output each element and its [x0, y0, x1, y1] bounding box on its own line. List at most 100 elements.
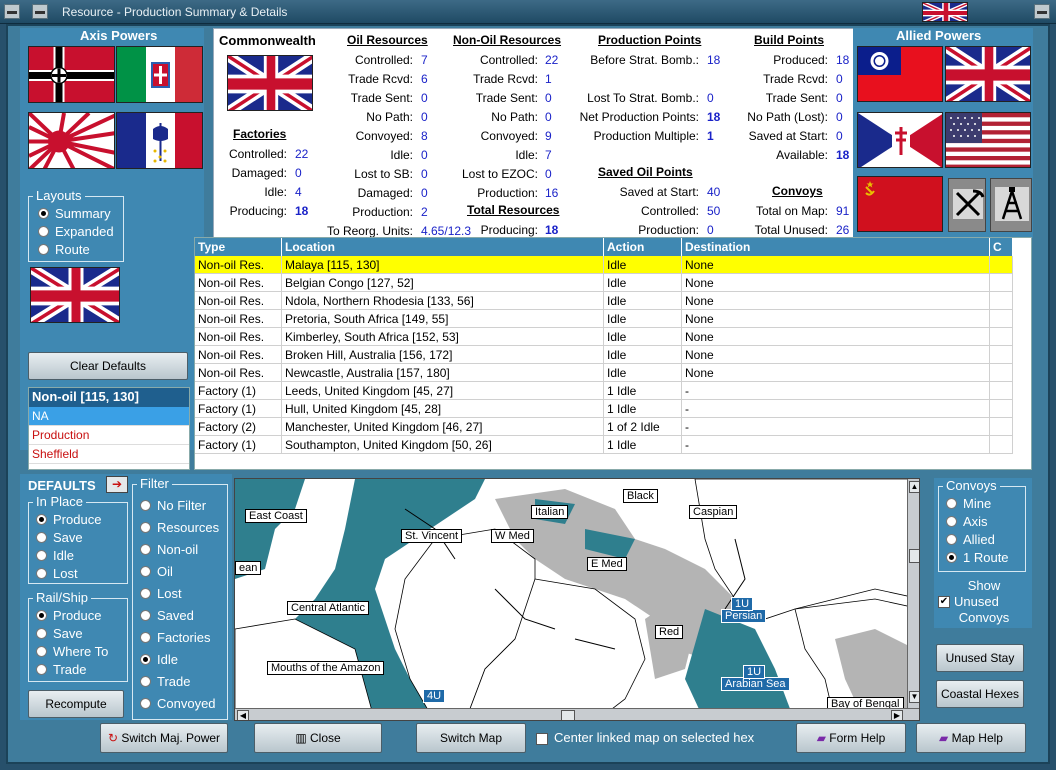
- clear-defaults-button[interactable]: Clear Defaults: [28, 352, 188, 380]
- column-header-destination[interactable]: Destination: [682, 238, 990, 256]
- filter-option-factories[interactable]: Factories: [140, 630, 210, 645]
- flag-free-france[interactable]: [857, 112, 943, 168]
- filter-option-oil[interactable]: Oil: [140, 564, 173, 579]
- flag-germany[interactable]: [28, 46, 115, 103]
- switch-major-power-button[interactable]: ↻ Switch Maj. Power: [100, 723, 228, 753]
- map-label-st-vincent[interactable]: St. Vincent: [401, 529, 462, 543]
- center-linked-map-checkbox[interactable]: [536, 733, 548, 745]
- map-marker-persian[interactable]: Persian: [721, 609, 767, 623]
- table-cell-c: [990, 382, 1013, 400]
- table-row[interactable]: Non-oil Res. Broken Hill, Australia [156,…: [195, 346, 1013, 364]
- factories-row-label: Producing:: [229, 204, 287, 218]
- close-window-button[interactable]: ▬: [1034, 4, 1050, 19]
- table-row[interactable]: Factory (1) Southampton, United Kingdom […: [195, 436, 1013, 454]
- flag-uk[interactable]: [945, 46, 1031, 102]
- table-row[interactable]: Non-oil Res. Malaya [115, 130] Idle None: [195, 256, 1013, 274]
- coastal-hexes-button[interactable]: Coastal Hexes: [936, 680, 1024, 708]
- map-marker-1u[interactable]: 1U: [731, 597, 754, 611]
- map-help-button[interactable]: ▰ Map Help: [916, 723, 1026, 753]
- scroll-right-arrow[interactable]: ▶: [891, 710, 903, 720]
- in-place-option-lost[interactable]: Lost: [36, 566, 78, 581]
- column-header-c[interactable]: C: [990, 238, 1013, 256]
- scroll-down-arrow[interactable]: ▼: [909, 691, 919, 703]
- layout-option-summary[interactable]: Summary: [38, 206, 111, 221]
- map-marker-4u[interactable]: 4U: [423, 689, 446, 703]
- flag-italy[interactable]: [116, 46, 203, 103]
- table-cell-c: [990, 418, 1013, 436]
- table-row[interactable]: Factory (1) Hull, United Kingdom [45, 28]…: [195, 400, 1013, 418]
- convoys-option-axis[interactable]: Axis: [946, 514, 988, 529]
- table-row[interactable]: Factory (2) Manchester, United Kingdom [4…: [195, 418, 1013, 436]
- rail-ship-option-trade[interactable]: Trade: [36, 662, 86, 677]
- filter-option-no-filter[interactable]: No Filter: [140, 498, 206, 513]
- in-place-option-idle[interactable]: Idle: [36, 548, 74, 563]
- table-row[interactable]: Non-oil Res. Kimberley, South Africa [152…: [195, 328, 1013, 346]
- vertical-scroll-thumb[interactable]: [909, 549, 919, 563]
- rail-ship-option-produce[interactable]: Produce: [36, 608, 101, 623]
- recompute-button[interactable]: Recompute: [28, 690, 124, 718]
- map-label-black[interactable]: Black: [623, 489, 658, 503]
- filter-option-trade[interactable]: Trade: [140, 674, 190, 689]
- convoys-option-allied[interactable]: Allied: [946, 532, 995, 547]
- oil-derrick-icon[interactable]: [990, 178, 1032, 232]
- table-row[interactable]: Non-oil Res. Belgian Congo [127, 52] Idle N…: [195, 274, 1013, 292]
- column-header-type[interactable]: Type: [195, 238, 282, 256]
- table-row[interactable]: Non-oil Res. Ndola, Northern Rhodesia [13…: [195, 292, 1013, 310]
- flag-vichy-france[interactable]: [116, 112, 203, 169]
- map-label-e-med[interactable]: E Med: [587, 557, 627, 571]
- map-marker-arabian-sea[interactable]: Arabian Sea: [721, 677, 790, 691]
- map-label-red[interactable]: Red: [655, 625, 684, 639]
- close-button[interactable]: ▥ Close: [254, 723, 382, 753]
- in-place-option-produce[interactable]: Produce: [36, 512, 101, 527]
- scroll-left-arrow[interactable]: ◀: [237, 710, 249, 720]
- filter-option-lost[interactable]: Lost: [140, 586, 182, 601]
- map-horizontal-scrollbar[interactable]: ◀ ▶: [235, 708, 919, 720]
- rail-ship-option-save[interactable]: Save: [36, 626, 83, 641]
- world-map[interactable]: East Coast Italian Black Caspian St. Vincent…: [234, 478, 920, 721]
- filter-option-idle[interactable]: Idle: [140, 652, 178, 667]
- map-label-central-atlantic[interactable]: Central Atlantic: [287, 601, 369, 615]
- map-marker-1u[interactable]: 1U: [743, 665, 766, 679]
- map-label-east-coast[interactable]: East Coast: [245, 509, 307, 523]
- mining-icon[interactable]: [948, 178, 986, 232]
- horizontal-scroll-thumb[interactable]: [561, 710, 575, 720]
- flag-ussr[interactable]: [857, 176, 943, 232]
- column-header-action[interactable]: Action: [604, 238, 682, 256]
- show-unused-convoys-checkbox[interactable]: ✔: [938, 596, 950, 608]
- map-label-italian[interactable]: Italian: [531, 505, 569, 519]
- system-menu-button[interactable]: ▬: [4, 4, 20, 19]
- flag-china[interactable]: [857, 46, 943, 102]
- convoys-option-mine[interactable]: Mine: [946, 496, 991, 511]
- map-label-ean[interactable]: ean: [235, 561, 262, 575]
- layout-option-route[interactable]: Route: [38, 242, 90, 257]
- map-vertical-scrollbar[interactable]: ▲ ▼: [907, 479, 919, 708]
- switch-map-button[interactable]: Switch Map: [416, 723, 526, 753]
- scroll-up-arrow[interactable]: ▲: [909, 481, 919, 493]
- filter-option-convoyed[interactable]: Convoyed: [140, 696, 216, 711]
- table-row[interactable]: Non-oil Res. Pretoria, South Africa [149,…: [195, 310, 1013, 328]
- layout-option-expanded[interactable]: Expanded: [38, 224, 114, 239]
- info-line-3[interactable]: Sheffield: [29, 445, 189, 464]
- filter-option-non-oil[interactable]: Non-oil: [140, 542, 198, 557]
- map-label-w-med[interactable]: W Med: [491, 529, 534, 543]
- in-place-option-save[interactable]: Save: [36, 530, 83, 545]
- table-row[interactable]: Non-oil Res. Newcastle, Australia [157, 1…: [195, 364, 1013, 382]
- form-help-button[interactable]: ▰ Form Help: [796, 723, 906, 753]
- rail-ship-option-where-to[interactable]: Where To: [36, 644, 108, 659]
- flag-japan[interactable]: [28, 112, 115, 169]
- table-row[interactable]: Factory (1) Leeds, United Kingdom [45, 27…: [195, 382, 1013, 400]
- filter-option-saved[interactable]: Saved: [140, 608, 194, 623]
- defaults-arrow-button[interactable]: ➔: [106, 476, 128, 493]
- info-line-2[interactable]: Production: [29, 426, 189, 445]
- selected-nation-flag-uk[interactable]: [30, 267, 120, 323]
- minimize-button[interactable]: ▬: [32, 4, 48, 19]
- flag-usa[interactable]: [945, 112, 1031, 168]
- filter-option-resources[interactable]: Resources: [140, 520, 219, 535]
- unused-stay-button[interactable]: Unused Stay: [936, 644, 1024, 672]
- info-line-1[interactable]: NA: [29, 407, 189, 426]
- column-header-location[interactable]: Location: [282, 238, 604, 256]
- map-label-mouths-of-the-amazon[interactable]: Mouths of the Amazon: [267, 661, 385, 675]
- map-label-caspian[interactable]: Caspian: [689, 505, 738, 519]
- oil-row-value: 0: [421, 110, 428, 124]
- convoys-option-1-route[interactable]: 1 Route: [946, 550, 1009, 565]
